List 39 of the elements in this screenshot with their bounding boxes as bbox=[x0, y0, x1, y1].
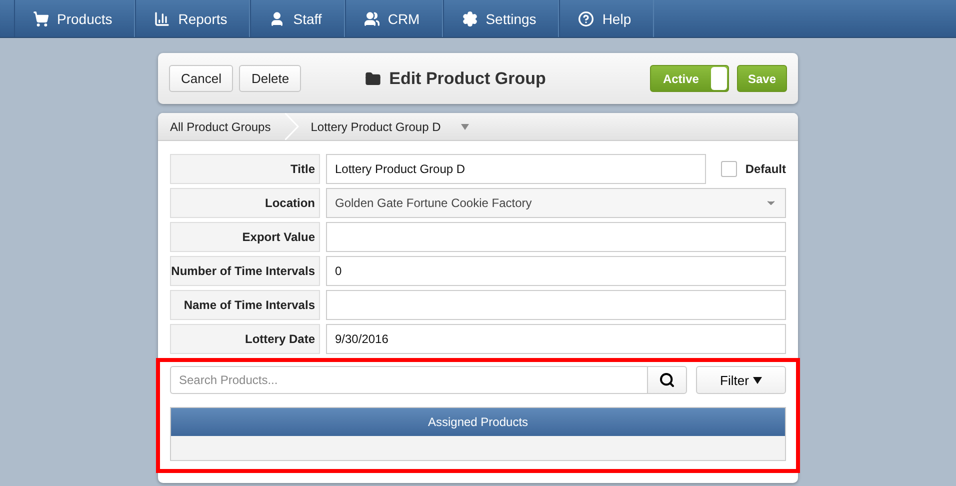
field-label: Number of Time Intervals bbox=[170, 256, 320, 286]
checkbox-label: Default bbox=[745, 162, 786, 176]
location-select[interactable]: Golden Gate Fortune Cookie Factory bbox=[326, 188, 786, 218]
filter-button[interactable]: Filter bbox=[696, 366, 786, 394]
page-title: Edit Product Group bbox=[389, 68, 546, 88]
nav-item[interactable]: CRM bbox=[344, 0, 443, 37]
dropdown-caret-icon bbox=[460, 124, 469, 130]
checkbox[interactable] bbox=[721, 161, 738, 177]
bar-chart-icon bbox=[154, 10, 170, 26]
settings-icon bbox=[462, 10, 478, 26]
field-label: Lottery Date bbox=[170, 324, 320, 354]
toolbar-button[interactable]: Cancel bbox=[169, 65, 234, 92]
field-label: Location bbox=[170, 188, 320, 218]
toolbar-button[interactable]: Delete bbox=[239, 65, 302, 92]
nav-item[interactable]: Help bbox=[559, 0, 654, 37]
input-field[interactable]: 9/30/2016 bbox=[326, 324, 786, 354]
input-field[interactable] bbox=[326, 290, 786, 320]
nav-item[interactable]: Staff bbox=[250, 0, 345, 37]
input-field[interactable]: Lottery Product Group D bbox=[326, 154, 706, 184]
breadcrumb-link[interactable]: Lottery Product Group D bbox=[298, 120, 497, 134]
people-icon bbox=[364, 10, 380, 26]
nav-item[interactable]: Reports bbox=[135, 0, 250, 37]
cart-icon bbox=[33, 10, 49, 26]
person-icon bbox=[269, 10, 286, 26]
caret-icon bbox=[752, 376, 762, 384]
input-field[interactable] bbox=[326, 222, 786, 252]
field-label: Name of Time Intervals bbox=[170, 290, 320, 320]
field-label: Export Value bbox=[170, 222, 320, 252]
field-label: Title bbox=[170, 154, 320, 184]
search-icon bbox=[659, 372, 675, 388]
help-icon bbox=[578, 10, 594, 26]
search-button[interactable] bbox=[647, 366, 687, 394]
breadcrumb-link[interactable]: All Product Groups bbox=[158, 120, 299, 134]
input-field[interactable]: 0 bbox=[326, 256, 786, 286]
folder-icon bbox=[365, 70, 382, 86]
search-field[interactable]: Search Products... bbox=[170, 366, 647, 394]
nav-item[interactable]: Settings bbox=[442, 0, 560, 37]
table-header: Assigned Products bbox=[171, 408, 785, 436]
nav-item[interactable]: Products bbox=[14, 0, 136, 37]
